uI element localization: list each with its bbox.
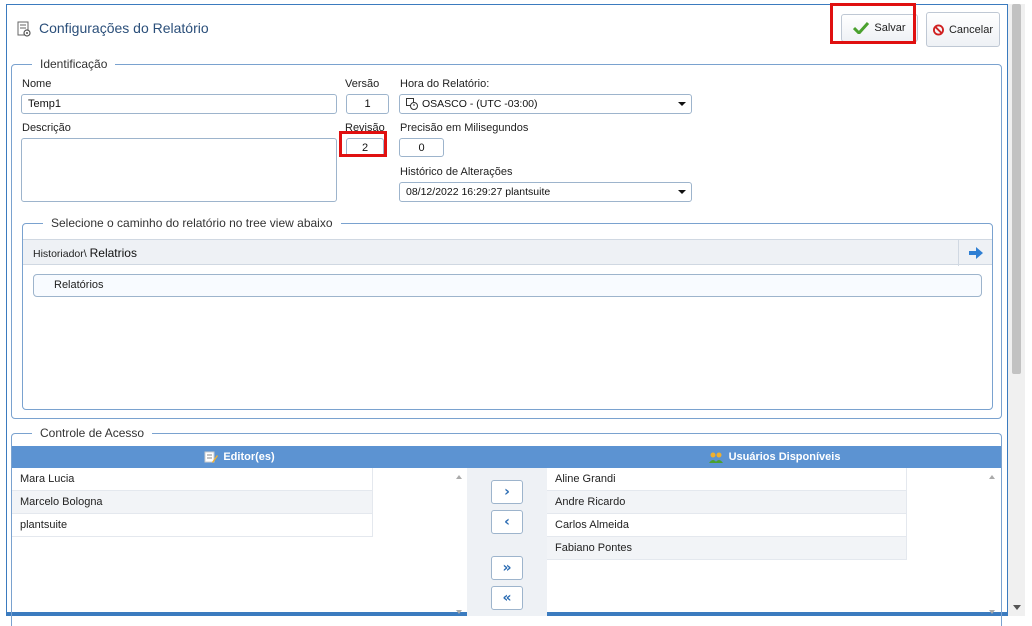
editors-scrollbar[interactable] xyxy=(453,468,465,616)
scroll-down-icon[interactable] xyxy=(1013,605,1021,610)
precision-input[interactable] xyxy=(399,138,444,157)
chevron-down-icon xyxy=(678,190,686,194)
move-all-left-button[interactable]: « xyxy=(491,586,523,610)
tree-node-relatorios[interactable]: Relatórios xyxy=(33,274,982,297)
list-item-label: Carlos Almeida xyxy=(555,519,629,531)
move-left-button[interactable]: ‹ xyxy=(491,510,523,534)
history-select[interactable]: 08/12/2022 16:29:27 plantsuite xyxy=(399,182,692,202)
history-label: Histórico de Alterações xyxy=(400,166,513,178)
list-item-label: Andre Ricardo xyxy=(555,496,626,508)
page-scrollbar-thumb[interactable] xyxy=(1012,4,1021,374)
report-time-value: OSASCO - (UTC -03:00) xyxy=(422,98,538,110)
list-item[interactable]: Mara Lucia xyxy=(12,468,373,491)
scroll-down-icon xyxy=(456,610,462,614)
chevron-down-icon xyxy=(678,102,686,106)
available-users-list: Aline Grandi Andre Ricardo Carlos Almeid… xyxy=(547,468,907,560)
navigate-path-button[interactable] xyxy=(958,240,992,266)
tree-path-legend: Selecione o caminho do relatório no tree… xyxy=(51,216,333,230)
tree-path-bar: Historiador\ Relatrios xyxy=(23,239,992,266)
list-item-label: Fabiano Pontes xyxy=(555,542,633,554)
description-textarea[interactable] xyxy=(21,138,337,202)
editors-list: Mara Lucia Marcelo Bologna plantsuite xyxy=(12,468,373,537)
arrow-right-icon xyxy=(968,247,983,259)
list-item[interactable]: Fabiano Pontes xyxy=(547,537,907,560)
report-time-select[interactable]: OSASCO - (UTC -03:00) xyxy=(399,94,692,114)
report-settings-icon xyxy=(17,21,31,37)
list-item-label: Marcelo Bologna xyxy=(20,496,103,508)
revision-highlight-box xyxy=(339,131,387,157)
list-item-label: Mara Lucia xyxy=(20,473,75,485)
description-label: Descrição xyxy=(22,122,71,134)
version-label: Versão xyxy=(345,78,380,90)
access-control-legend: Controle de Acesso xyxy=(40,426,145,440)
scroll-up-icon xyxy=(456,475,462,479)
cancel-button-label: Cancelar xyxy=(948,23,993,36)
history-value: 08/12/2022 16:29:27 plantsuite xyxy=(406,186,551,198)
list-item[interactable]: Marcelo Bologna xyxy=(12,491,373,514)
precision-label: Precisão em Milisegundos xyxy=(400,122,529,134)
version-input[interactable] xyxy=(346,94,389,114)
move-right-button[interactable]: › xyxy=(491,480,523,504)
report-time-label: Hora do Relatório: xyxy=(400,78,490,90)
breadcrumb-current: Relatrios xyxy=(89,246,137,260)
tree-breadcrumb: Historiador\ Relatrios xyxy=(33,246,137,260)
available-users-header: Usuários Disponíveis xyxy=(547,446,1001,468)
editor-icon xyxy=(204,451,219,463)
list-item[interactable]: Andre Ricardo xyxy=(547,491,907,514)
breadcrumb-root[interactable]: Historiador\ xyxy=(33,248,87,260)
name-label: Nome xyxy=(22,78,52,90)
move-all-right-button[interactable]: » xyxy=(491,556,523,580)
name-input[interactable] xyxy=(21,94,337,114)
users-icon xyxy=(708,452,723,463)
scroll-up-icon xyxy=(989,475,995,479)
page-scrollbar[interactable] xyxy=(1008,4,1025,616)
list-item[interactable]: plantsuite xyxy=(12,514,373,537)
save-highlight-box xyxy=(830,3,916,44)
list-item[interactable]: Aline Grandi xyxy=(547,468,907,491)
transfer-buttons-panel: › ‹ » « xyxy=(467,468,547,616)
page-title: Configurações do Relatório xyxy=(39,20,209,36)
editors-header: Editor(es) xyxy=(12,446,467,468)
list-item-label: Aline Grandi xyxy=(555,473,616,485)
editors-header-label: Editor(es) xyxy=(223,451,275,463)
header-spacer xyxy=(467,446,547,468)
scroll-down-icon xyxy=(989,610,995,614)
identification-legend: Identificação xyxy=(40,57,108,71)
cancel-icon xyxy=(933,24,944,35)
timezone-icon xyxy=(406,98,418,110)
available-users-header-label: Usuários Disponíveis xyxy=(728,451,841,463)
cancel-button[interactable]: Cancelar xyxy=(926,12,1000,47)
list-item[interactable]: Carlos Almeida xyxy=(547,514,907,537)
tree-node-label: Relatórios xyxy=(54,279,104,291)
available-users-scrollbar[interactable] xyxy=(986,468,998,616)
list-item-label: plantsuite xyxy=(20,519,68,531)
